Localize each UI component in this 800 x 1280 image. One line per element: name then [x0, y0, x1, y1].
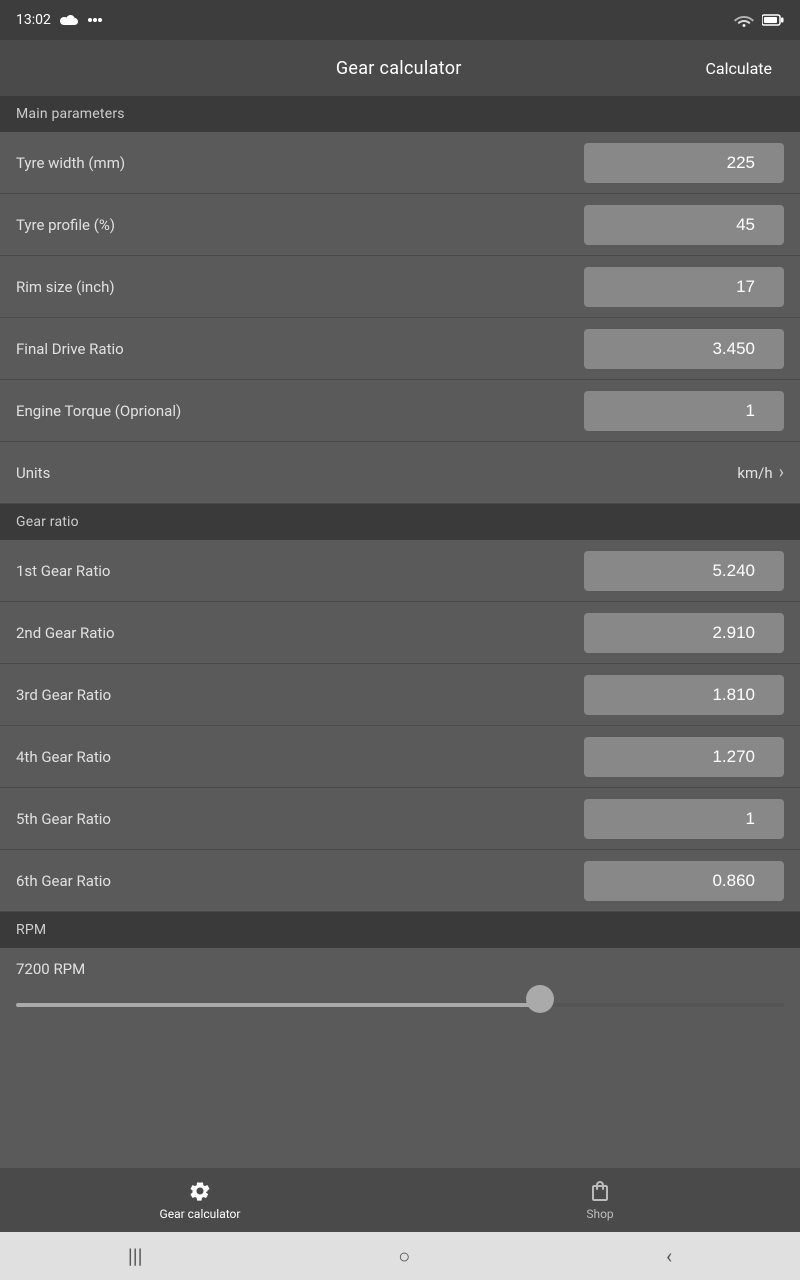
bag-icon	[588, 1179, 612, 1203]
rpm-header: RPM	[0, 912, 800, 948]
dots-icon	[87, 12, 103, 28]
final-drive-label: Final Drive Ratio	[16, 340, 584, 358]
gear5-row: 5th Gear Ratio	[0, 788, 800, 850]
nav-label-shop: Shop	[586, 1207, 613, 1221]
units-label: Units	[16, 464, 50, 482]
tyre-profile-label: Tyre profile (%)	[16, 216, 584, 234]
main-content: Main parameters Tyre width (mm) Tyre pro…	[0, 96, 800, 1280]
gear-icon	[188, 1179, 212, 1203]
tyre-width-label: Tyre width (mm)	[16, 154, 584, 172]
gear4-input[interactable]	[584, 737, 784, 777]
gear3-label: 3rd Gear Ratio	[16, 686, 584, 704]
gear6-label: 6th Gear Ratio	[16, 872, 584, 890]
system-back-button[interactable]: ‹	[642, 1236, 696, 1276]
engine-torque-row: Engine Torque (Oprional)	[0, 380, 800, 442]
status-bar-left: 13:02	[16, 12, 103, 28]
status-bar-right	[734, 12, 784, 28]
cloud-icon	[59, 13, 79, 27]
gear4-label: 4th Gear Ratio	[16, 748, 584, 766]
nav-label-gear: Gear calculator	[160, 1207, 241, 1221]
chevron-right-icon: ›	[779, 462, 784, 483]
rpm-slider-container	[16, 988, 784, 1027]
tyre-width-row: Tyre width (mm)	[0, 132, 800, 194]
rpm-slider[interactable]	[16, 1003, 784, 1007]
gear1-input[interactable]	[584, 551, 784, 591]
final-drive-input[interactable]	[584, 329, 784, 369]
nav-item-gear-calculator[interactable]: Gear calculator	[0, 1168, 400, 1232]
gear3-row: 3rd Gear Ratio	[0, 664, 800, 726]
rpm-value-display: 7200 RPM	[16, 960, 784, 978]
gear1-row: 1st Gear Ratio	[0, 540, 800, 602]
app-title: Gear calculator	[336, 58, 462, 79]
engine-torque-label: Engine Torque (Oprional)	[16, 402, 584, 420]
rpm-section: 7200 RPM	[0, 948, 800, 1031]
system-nav-bar: ||| ○ ‹	[0, 1232, 800, 1280]
system-home-button[interactable]: ○	[374, 1236, 434, 1277]
gear6-input[interactable]	[584, 861, 784, 901]
wifi-icon	[734, 12, 754, 28]
main-params-header: Main parameters	[0, 96, 800, 132]
gear-ratio-header: Gear ratio	[0, 504, 800, 540]
gear3-input[interactable]	[584, 675, 784, 715]
gear2-row: 2nd Gear Ratio	[0, 602, 800, 664]
gear2-label: 2nd Gear Ratio	[16, 624, 584, 642]
final-drive-row: Final Drive Ratio	[0, 318, 800, 380]
units-value-selector[interactable]: km/h ›	[737, 462, 784, 483]
gear6-row: 6th Gear Ratio	[0, 850, 800, 912]
gear1-label: 1st Gear Ratio	[16, 562, 584, 580]
system-menu-button[interactable]: |||	[104, 1236, 167, 1276]
rim-size-label: Rim size (inch)	[16, 278, 584, 296]
tyre-profile-row: Tyre profile (%)	[0, 194, 800, 256]
bottom-nav: Gear calculator Shop	[0, 1168, 800, 1232]
units-value-text: km/h	[737, 464, 772, 482]
gear4-row: 4th Gear Ratio	[0, 726, 800, 788]
gear5-input[interactable]	[584, 799, 784, 839]
status-bar: 13:02	[0, 0, 800, 40]
nav-item-shop[interactable]: Shop	[400, 1168, 800, 1232]
gear2-input[interactable]	[584, 613, 784, 653]
tyre-profile-input[interactable]	[584, 205, 784, 245]
calculate-button[interactable]: Calculate	[697, 51, 780, 86]
engine-torque-input[interactable]	[584, 391, 784, 431]
rim-size-row: Rim size (inch)	[0, 256, 800, 318]
rim-size-input[interactable]	[584, 267, 784, 307]
battery-icon	[762, 13, 784, 27]
time-display: 13:02	[16, 12, 51, 28]
gear5-label: 5th Gear Ratio	[16, 810, 584, 828]
tyre-width-input[interactable]	[584, 143, 784, 183]
app-bar: Gear calculator Calculate	[0, 40, 800, 96]
units-row[interactable]: Units km/h ›	[0, 442, 800, 504]
